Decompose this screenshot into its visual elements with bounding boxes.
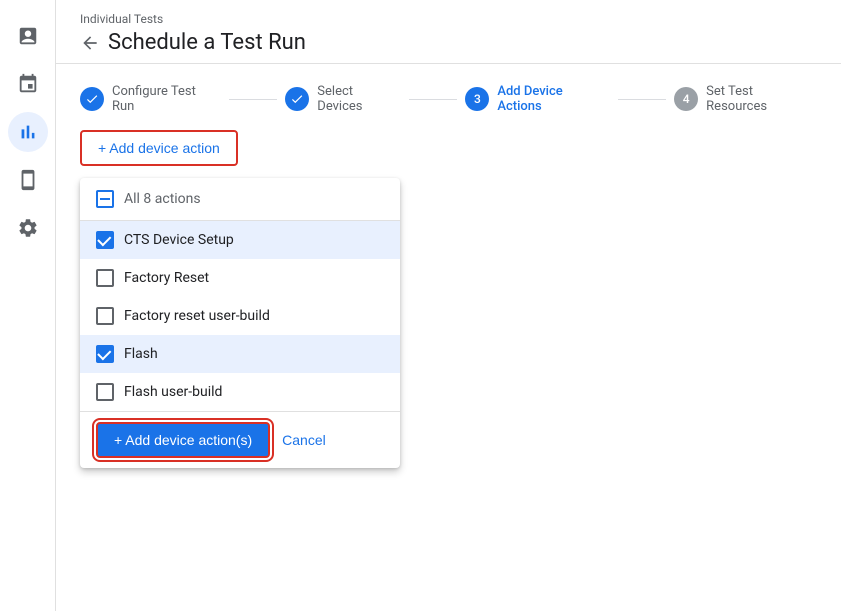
factory-reset-checkbox[interactable] xyxy=(96,269,114,287)
factory-reset-user-build-label: Factory reset user-build xyxy=(124,308,270,324)
factory-reset-user-build-checkbox[interactable] xyxy=(96,307,114,325)
main-content: Individual Tests Schedule a Test Run Con… xyxy=(56,0,841,611)
sidebar-item-schedule[interactable] xyxy=(8,64,48,104)
step-3: 3 Add Device Actions xyxy=(465,84,610,114)
stepper: Configure Test Run Select Devices 3 Add … xyxy=(56,64,841,130)
flash-user-build-checkbox[interactable] xyxy=(96,383,114,401)
sidebar-item-settings[interactable] xyxy=(8,208,48,248)
actions-dropdown: All 8 actions CTS Device Setup Factory R… xyxy=(80,178,400,468)
step-2: Select Devices xyxy=(285,84,401,114)
step-4-circle: 4 xyxy=(674,87,698,111)
step-1: Configure Test Run xyxy=(80,84,221,114)
flash-label: Flash xyxy=(124,346,158,362)
sidebar-item-tests[interactable] xyxy=(8,16,48,56)
step-2-label: Select Devices xyxy=(317,84,401,114)
cts-checkbox[interactable] xyxy=(96,231,114,249)
step-3-label: Add Device Actions xyxy=(497,84,610,114)
connector-2 xyxy=(409,99,457,100)
factory-reset-label: Factory Reset xyxy=(124,270,209,286)
step-3-circle: 3 xyxy=(465,87,489,111)
list-item-flash[interactable]: Flash xyxy=(80,335,400,373)
step-4-label: Set Test Resources xyxy=(706,84,817,114)
dropdown-list[interactable]: CTS Device Setup Factory Reset Factory r… xyxy=(80,221,400,411)
step-4: 4 Set Test Resources xyxy=(674,84,817,114)
all-actions-checkbox[interactable] xyxy=(96,190,114,208)
cancel-button[interactable]: Cancel xyxy=(282,432,326,448)
list-item-cts[interactable]: CTS Device Setup xyxy=(80,221,400,259)
content-area: + Add device action All 8 actions CTS De… xyxy=(56,130,841,611)
header: Individual Tests Schedule a Test Run xyxy=(56,0,841,64)
dropdown-header[interactable]: All 8 actions xyxy=(80,178,400,221)
breadcrumb: Individual Tests xyxy=(80,12,817,26)
step-1-label: Configure Test Run xyxy=(112,84,221,114)
step-2-circle xyxy=(285,87,309,111)
add-actions-button[interactable]: + Add device action(s) xyxy=(96,422,270,458)
flash-checkbox[interactable] xyxy=(96,345,114,363)
list-item-flash-user-build[interactable]: Flash user-build xyxy=(80,373,400,411)
cts-label: CTS Device Setup xyxy=(124,232,234,248)
back-button[interactable] xyxy=(80,33,100,53)
dropdown-footer: + Add device action(s) Cancel xyxy=(80,411,400,468)
dropdown-header-label: All 8 actions xyxy=(124,191,201,207)
sidebar-item-analytics[interactable] xyxy=(8,112,48,152)
list-item-factory-reset-user-build[interactable]: Factory reset user-build xyxy=(80,297,400,335)
connector-3 xyxy=(618,99,666,100)
connector-1 xyxy=(229,99,277,100)
list-item-factory-reset[interactable]: Factory Reset xyxy=(80,259,400,297)
step-1-circle xyxy=(80,87,104,111)
flash-user-build-label: Flash user-build xyxy=(124,384,222,400)
add-device-action-button[interactable]: + Add device action xyxy=(80,130,238,166)
page-title: Schedule a Test Run xyxy=(108,30,306,55)
sidebar-item-devices[interactable] xyxy=(8,160,48,200)
sidebar xyxy=(0,0,56,611)
